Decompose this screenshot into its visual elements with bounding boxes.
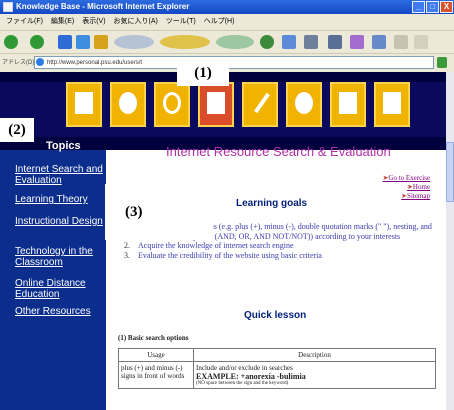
page-title: Internet Resource Search & Evaluation <box>166 144 391 159</box>
go-to-exercise-link[interactable]: ➤Go to Exercise <box>383 174 430 183</box>
search-options-table: Usage Description plus (+) and minus (-)… <box>118 348 436 389</box>
address-url: http://www.personal.psu.edu/users/t <box>47 60 143 66</box>
print-icon[interactable] <box>304 35 318 49</box>
sidebar-item-online-distance[interactable]: Online Distance Education <box>15 278 105 300</box>
forward-icon[interactable] <box>30 35 44 49</box>
menu-view[interactable]: 表示(V) <box>82 14 105 30</box>
sidebar-item-internet-search[interactable]: Internet Search and Evaluation <box>15 164 105 186</box>
go-icon[interactable] <box>437 57 447 68</box>
extra-icon[interactable] <box>414 35 428 49</box>
research-icon[interactable] <box>394 35 408 49</box>
sidebar-item-other-resources[interactable]: Other Resources <box>15 306 105 317</box>
close-button[interactable]: X <box>440 1 453 13</box>
stop-icon[interactable] <box>58 35 72 49</box>
topics-sidebar: Topics Internet Search and Evaluation Le… <box>0 140 106 410</box>
sidebar-item-learning-theory[interactable]: Learning Theory <box>15 194 105 205</box>
menu-file[interactable]: ファイル(F) <box>6 14 43 30</box>
edit-icon[interactable] <box>328 35 342 49</box>
table-header-description: Description <box>193 348 436 362</box>
menu-edit[interactable]: 編集(E) <box>51 14 74 30</box>
pen-icon[interactable] <box>242 82 278 127</box>
whistle-icon[interactable] <box>110 82 146 127</box>
browser-toolbar <box>0 31 454 54</box>
ie-icon <box>3 2 13 12</box>
table-header-usage: Usage <box>118 348 194 362</box>
mail-icon[interactable] <box>282 35 296 49</box>
search-icon[interactable] <box>114 35 154 49</box>
sidebar-item-technology[interactable]: Technology in the Classroom <box>15 246 105 268</box>
table-cell-description: Include and/or exclude in searches EXAMP… <box>193 361 436 389</box>
sitemap-link[interactable]: ➤Sitemap <box>383 192 430 201</box>
sidebar-header: Topics <box>46 140 81 152</box>
person-computer-icon[interactable] <box>330 82 366 127</box>
back-icon[interactable] <box>4 35 18 49</box>
window-title: Knowledge Base - Microsoft Internet Expl… <box>16 2 190 11</box>
table-cell-usage: plus (+) and minus (-) signs in front of… <box>118 361 194 389</box>
address-label: アドレス(D) <box>2 60 35 66</box>
window-titlebar: Knowledge Base - Microsoft Internet Expl… <box>0 0 454 14</box>
discuss-icon[interactable] <box>350 35 364 49</box>
home-icon[interactable] <box>94 35 108 49</box>
menu-bar: ファイル(F) 編集(E) 表示(V) お気に入り(A) ツール(T) ヘルプ(… <box>0 14 454 31</box>
messenger-icon[interactable] <box>372 35 386 49</box>
building-icon[interactable] <box>66 82 102 127</box>
maximize-button[interactable]: □ <box>426 1 439 13</box>
menu-favorites[interactable]: お気に入り(A) <box>114 14 158 30</box>
annotation-label-2: (2) <box>0 118 34 142</box>
page-icon <box>36 58 44 66</box>
address-input[interactable]: http://www.personal.psu.edu/users/t <box>34 56 434 69</box>
goal-item: 2. Acquire the knowledge of internet sear… <box>124 241 294 251</box>
clipboard-icon[interactable] <box>374 82 410 127</box>
refresh-icon[interactable] <box>76 35 90 49</box>
table-header-row: Usage Description <box>118 348 436 362</box>
table-row: plus (+) and minus (-) signs in front of… <box>118 361 436 389</box>
basic-search-options-heading: (1) Basic search options <box>118 334 189 342</box>
annotation-label-3: (3) <box>105 184 213 240</box>
menu-tools[interactable]: ツール(T) <box>166 14 196 30</box>
annotation-label-1: (1) <box>177 60 229 86</box>
learning-goals-heading: Learning goals <box>236 198 308 209</box>
goal-item: 3. Evaluate the credibility of the websit… <box>124 250 322 260</box>
quick-lesson-heading: Quick lesson <box>244 310 307 321</box>
scrollbar-thumb[interactable] <box>446 142 454 202</box>
wheel-icon[interactable] <box>154 82 190 127</box>
menu-help[interactable]: ヘルプ(H) <box>204 14 235 30</box>
minimize-button[interactable]: _ <box>412 1 425 13</box>
sidebar-item-instructional-design[interactable]: Instructional Design <box>15 216 105 227</box>
vertical-scrollbar[interactable] <box>446 72 454 410</box>
home-link[interactable]: ➤Home <box>383 183 430 192</box>
favorites-icon[interactable] <box>160 35 210 49</box>
nav-links: ➤Go to Exercise ➤Home ➤Sitemap <box>383 174 430 201</box>
history-icon[interactable] <box>260 35 274 49</box>
document-icon[interactable] <box>198 82 234 127</box>
media-icon[interactable] <box>216 35 254 49</box>
globe-icon[interactable] <box>286 82 322 127</box>
